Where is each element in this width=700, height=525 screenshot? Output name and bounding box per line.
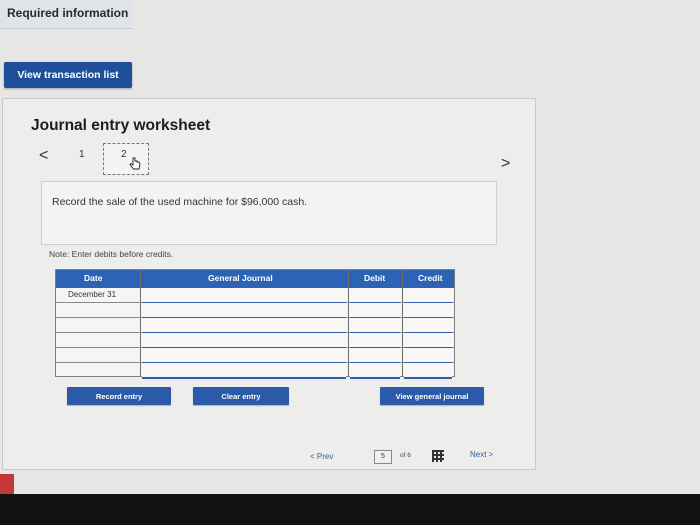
page-1-link[interactable]: 1 (79, 149, 85, 160)
note-text: Note: Enter debits before credits. (49, 249, 174, 259)
row-2-credit-input[interactable] (404, 303, 452, 319)
brand-logo (0, 474, 14, 496)
row-6-credit-input[interactable] (404, 363, 452, 379)
screen-bezel (0, 494, 700, 525)
prev-page-arrow[interactable]: < (39, 147, 48, 165)
row-1-credit-input[interactable] (404, 288, 452, 304)
instruction-box: Record the sale of the used machine for … (41, 181, 497, 245)
row-2-debit-input[interactable] (350, 303, 400, 319)
required-information-label: Required information (7, 6, 129, 20)
row-1-account-input[interactable] (142, 288, 346, 304)
view-transaction-list-button[interactable]: View transaction list (4, 62, 132, 88)
hand-cursor-icon (129, 157, 141, 170)
row-3-debit-input[interactable] (350, 318, 400, 334)
row-4-debit-input[interactable] (350, 333, 400, 349)
required-information-tab[interactable]: Required information (0, 0, 132, 29)
col-header-general-journal: General Journal (208, 273, 273, 283)
grid-icon[interactable] (432, 450, 444, 462)
col-header-credit: Credit (418, 273, 443, 283)
col-header-debit: Debit (364, 273, 386, 283)
row-6-debit-input[interactable] (350, 363, 400, 379)
journal-table-header: Date General Journal Debit Credit (56, 270, 454, 288)
record-entry-button[interactable]: Record entry (67, 387, 171, 405)
row-3-account-input[interactable] (142, 318, 346, 334)
row-1-date: December 31 (68, 290, 117, 299)
next-page-arrow[interactable]: > (501, 155, 510, 173)
clear-entry-button[interactable]: Clear entry (193, 387, 289, 405)
footer-page-select[interactable]: 5 (374, 450, 392, 464)
column-divider (348, 270, 349, 376)
row-1-debit-input[interactable] (350, 288, 400, 304)
row-5-account-input[interactable] (142, 348, 346, 364)
worksheet-title: Journal entry worksheet (31, 117, 211, 134)
column-divider (402, 270, 403, 376)
row-5-credit-input[interactable] (404, 348, 452, 364)
row-4-credit-input[interactable] (404, 333, 452, 349)
col-header-date: Date (84, 273, 103, 283)
page-2-link[interactable]: 2 (103, 143, 149, 175)
footer-prev-link[interactable]: < Prev (310, 452, 333, 461)
journal-entry-worksheet: Journal entry worksheet < 1 2 > Record t… (2, 98, 536, 470)
row-4-account-input[interactable] (142, 333, 346, 349)
footer-page-total: of 6 (400, 452, 411, 459)
row-2-account-input[interactable] (142, 303, 346, 319)
view-general-journal-button[interactable]: View general journal (380, 387, 484, 405)
page-2-label: 2 (121, 149, 127, 160)
footer-next-link[interactable]: Next > (470, 450, 493, 459)
row-3-credit-input[interactable] (404, 318, 452, 334)
row-5-debit-input[interactable] (350, 348, 400, 364)
journal-table: Date General Journal Debit Credit Decemb… (55, 269, 455, 379)
column-divider (140, 270, 141, 376)
instruction-text: Record the sale of the used machine for … (52, 196, 308, 208)
row-6-account-input[interactable] (142, 363, 346, 379)
